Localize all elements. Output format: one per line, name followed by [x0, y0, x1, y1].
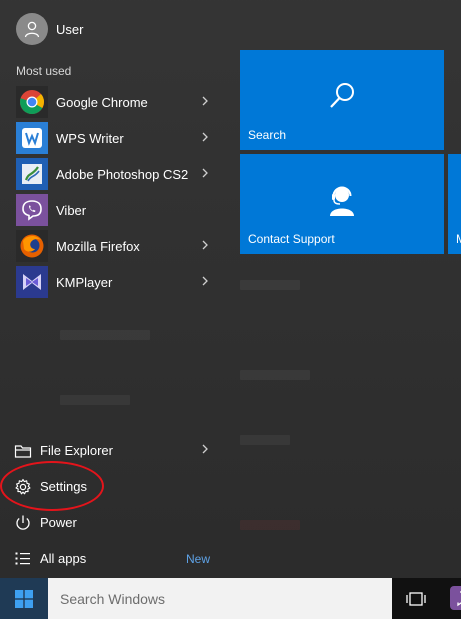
- tile-search[interactable]: Search: [240, 50, 444, 150]
- all-apps-label: All apps: [40, 551, 87, 566]
- task-view-icon: [406, 591, 426, 606]
- firefox-icon: [16, 230, 48, 262]
- taskbar-viber-button[interactable]: [446, 578, 461, 619]
- most-used-heading: Most used: [16, 64, 72, 78]
- start-button[interactable]: [0, 578, 48, 619]
- chevron-right-icon[interactable]: [200, 238, 210, 252]
- tile-partial-label: M: [456, 232, 461, 246]
- new-badge: New: [186, 552, 211, 566]
- all-apps-button[interactable]: All apps New: [0, 540, 225, 576]
- app-item-adobe-photoshop-cs2[interactable]: Adobe Photoshop CS2: [0, 156, 225, 192]
- start-menu-left-column: User Most used Google Chrome WPS Writer …: [0, 0, 225, 578]
- app-item-label: Mozilla Firefox: [56, 239, 140, 254]
- power-label: Power: [40, 515, 77, 530]
- viber-icon: [16, 194, 48, 226]
- chevron-right-icon[interactable]: [200, 274, 210, 288]
- app-item-wps-writer[interactable]: WPS Writer: [0, 120, 225, 156]
- photoshop-icon: [16, 158, 48, 190]
- taskbar-search-input[interactable]: Search Windows: [48, 578, 392, 619]
- app-item-label: KMPlayer: [56, 275, 113, 290]
- list-icon: [15, 552, 30, 565]
- folder-icon: [14, 445, 32, 458]
- start-menu: User Most used Google Chrome WPS Writer …: [0, 0, 461, 578]
- kmplayer-icon: [16, 266, 48, 298]
- user-account-button[interactable]: User: [0, 12, 225, 48]
- app-item-mozilla-firefox[interactable]: Mozilla Firefox: [0, 228, 225, 264]
- chevron-right-icon[interactable]: [200, 94, 210, 108]
- app-item-viber[interactable]: Viber: [0, 192, 225, 228]
- user-avatar-icon: [16, 13, 48, 45]
- tile-search-label: Search: [248, 128, 287, 142]
- app-item-label: Google Chrome: [56, 95, 148, 110]
- chevron-right-icon[interactable]: [200, 166, 210, 180]
- task-view-button[interactable]: [396, 578, 436, 619]
- app-item-kmplayer[interactable]: KMPlayer: [0, 264, 225, 300]
- power-icon: [16, 515, 30, 530]
- search-icon: [330, 83, 354, 108]
- app-item-label: Viber: [56, 203, 87, 218]
- tile-contact-support-label: Contact Support: [248, 232, 335, 246]
- wps-writer-icon: [16, 122, 48, 154]
- app-item-label: WPS Writer: [56, 131, 124, 146]
- user-name: User: [56, 22, 84, 37]
- app-item-label: Adobe Photoshop CS2: [56, 167, 189, 182]
- tile-contact-support[interactable]: Contact Support: [240, 154, 444, 254]
- chevron-right-icon[interactable]: [200, 130, 210, 144]
- windows-logo-icon: [15, 589, 33, 608]
- file-explorer-label: File Explorer: [40, 443, 113, 458]
- viber-icon: [450, 586, 461, 610]
- taskbar: Search Windows: [0, 578, 461, 619]
- tile-partial[interactable]: M: [448, 154, 461, 254]
- chevron-right-icon[interactable]: [200, 442, 210, 456]
- support-agent-icon: [330, 186, 354, 216]
- app-item-google-chrome[interactable]: Google Chrome: [0, 84, 225, 120]
- chrome-icon: [16, 86, 48, 118]
- search-placeholder: Search Windows: [60, 591, 166, 607]
- settings-highlight-annotation: [0, 461, 104, 511]
